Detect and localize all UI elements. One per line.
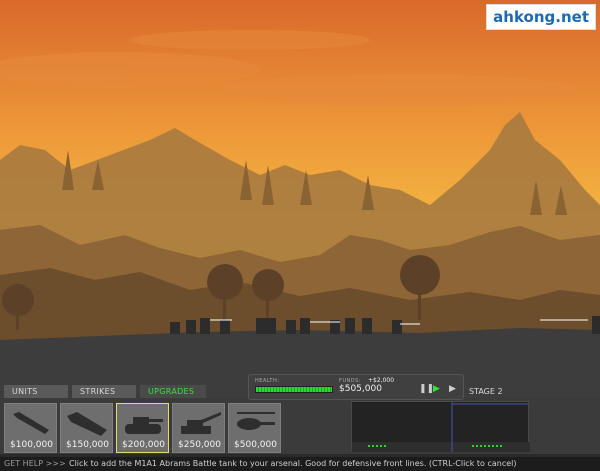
item-price: $250,000 [178, 440, 221, 450]
health-bar-fill [256, 387, 332, 392]
arsenal-item-rocket-launcher[interactable]: $150,000 [60, 403, 113, 453]
site-watermark: ahkong.net [486, 4, 596, 30]
health-bar [255, 386, 333, 393]
missile-icon [13, 412, 49, 434]
arsenal-item-missile[interactable]: $100,000 [4, 403, 57, 453]
help-message: Click to add the M1A1 Abrams Battle tank… [69, 459, 517, 468]
status-hud: HEALTH: FUNDS: +$2,000 $505,000 ❚❚ ▶ ▶ [248, 374, 464, 400]
health-label: HEALTH: [255, 378, 280, 384]
funds-value: $505,000 [339, 384, 382, 394]
funds-delta: +$2,000 [368, 377, 395, 384]
help-bar: GET HELP >>> Click to add the M1A1 Abram… [0, 457, 600, 471]
tank-icon [125, 417, 163, 434]
item-price: $200,000 [122, 440, 165, 450]
pause-icon[interactable]: ❚❚ [419, 384, 434, 394]
rocket-launcher-icon [67, 412, 107, 436]
arsenal-item-helicopter[interactable]: $500,000 [228, 403, 281, 453]
fast-forward-icon[interactable]: ▶ [449, 384, 456, 394]
arsenal-item-tank[interactable]: $200,000 [116, 403, 169, 453]
tab-strikes[interactable]: STRIKES [72, 385, 136, 399]
item-price: $500,000 [234, 440, 277, 450]
item-price: $100,000 [10, 440, 53, 450]
play-icon[interactable]: ▶ [433, 384, 440, 394]
arsenal-item-artillery[interactable]: $250,000 [172, 403, 225, 453]
tab-units[interactable]: UNITS [4, 385, 68, 399]
artillery-icon [181, 412, 221, 434]
get-help-link[interactable]: GET HELP >>> [4, 459, 66, 468]
stage-indicator: STAGE 2 [469, 387, 503, 396]
minimap[interactable] [351, 401, 530, 452]
tab-upgrades[interactable]: UPGRADES [140, 385, 206, 399]
item-price: $150,000 [66, 440, 109, 450]
helicopter-icon [237, 412, 275, 430]
minimap-view [352, 402, 530, 452]
